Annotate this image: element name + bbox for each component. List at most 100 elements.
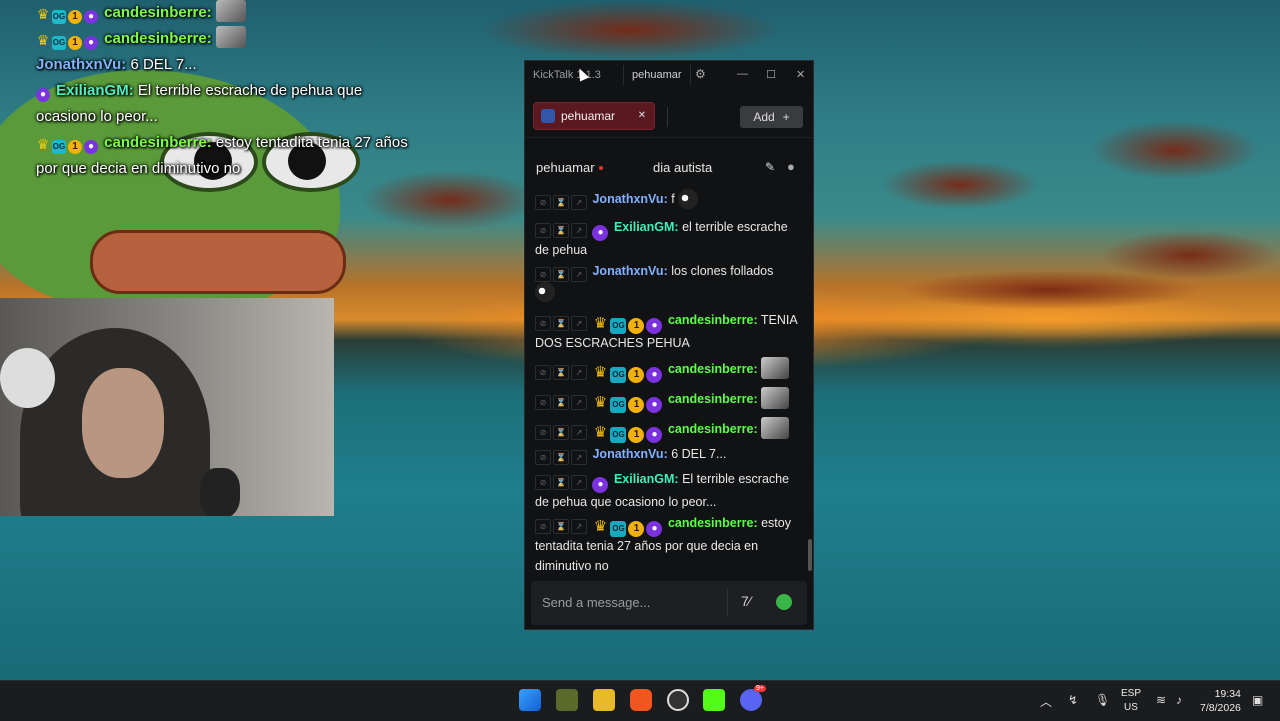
timeout-icon[interactable]: ⌛ xyxy=(553,425,569,440)
file-explorer-icon[interactable] xyxy=(593,689,615,711)
account-button[interactable]: pehuamar xyxy=(623,65,691,85)
delete-icon[interactable]: ↗ xyxy=(571,395,587,410)
chat-username[interactable]: ExilianGM xyxy=(614,472,674,486)
timeout-icon[interactable]: ⌛ xyxy=(553,395,569,410)
title-bar[interactable]: KickTalk 1.1.3 pehuamar ⚙ — ☐ ✕ xyxy=(525,61,813,89)
delete-icon[interactable]: ↗ xyxy=(571,475,587,490)
chat-messages: ⊘ ⌛ ↗ JonathxnVu: f ⊘ ⌛ ↗ ● ExilianGM: el te… xyxy=(525,185,813,575)
crown-badge-icon: ♛ xyxy=(36,136,50,152)
chat-username[interactable]: candesinberre xyxy=(668,362,753,376)
ban-icon[interactable]: ⊘ xyxy=(535,195,551,210)
delete-icon[interactable]: ↗ xyxy=(571,519,587,534)
ban-icon[interactable]: ⊘ xyxy=(535,267,551,282)
wifi-icon[interactable]: ≋ xyxy=(1156,693,1166,707)
channel-tab-pehuamar[interactable]: pehuamar ✕ xyxy=(533,102,655,130)
delete-icon[interactable]: ↗ xyxy=(571,425,587,440)
delete-icon[interactable]: ↗ xyxy=(571,316,587,331)
chat-message: ⊘ ⌛ ↗ ♛ OG 1 ● candesinberre: xyxy=(535,387,799,413)
chat-username[interactable]: JonathxnVu xyxy=(592,264,663,278)
delete-icon[interactable]: ↗ xyxy=(571,223,587,238)
chat-username[interactable]: candesinberre xyxy=(668,422,753,436)
windows-start-icon[interactable] xyxy=(519,689,541,711)
obs-icon[interactable] xyxy=(667,689,689,711)
ban-icon[interactable]: ⊘ xyxy=(535,519,551,534)
emote-icon xyxy=(535,282,555,302)
timeout-icon[interactable]: ⌛ xyxy=(553,450,569,465)
purple-badge-icon: ● xyxy=(84,36,98,50)
minimize-icon[interactable]: — xyxy=(737,68,748,80)
ban-icon[interactable]: ⊘ xyxy=(535,365,551,380)
kicktalk-window: KickTalk 1.1.3 pehuamar ⚙ — ☐ ✕ pehuamar… xyxy=(524,60,814,630)
cloud xyxy=(880,160,1040,210)
chat-colon: : xyxy=(753,313,758,327)
pepe-lips xyxy=(90,230,346,294)
chat-colon: : xyxy=(663,447,668,461)
delete-icon[interactable]: ↗ xyxy=(571,195,587,210)
chat-message: ⊘ ⌛ ↗ JonathxnVu: los clones follados xyxy=(535,262,799,303)
timeout-icon[interactable]: ⌛ xyxy=(553,195,569,210)
delete-icon[interactable]: ↗ xyxy=(571,267,587,282)
language-indicator[interactable]: ESP US xyxy=(1121,687,1141,715)
close-icon[interactable]: ✕ xyxy=(796,68,805,81)
chat-username[interactable]: ExilianGM xyxy=(614,220,674,234)
language-bottom: US xyxy=(1124,702,1138,713)
tray-chevron-up-icon[interactable]: ︿ xyxy=(1040,693,1052,710)
kick-emote-icon[interactable] xyxy=(776,594,792,610)
purple-badge-icon: ● xyxy=(646,427,663,443)
timeout-icon[interactable]: ⌛ xyxy=(553,365,569,380)
maximize-icon[interactable]: ☐ xyxy=(766,68,776,81)
ban-icon[interactable]: ⊘ xyxy=(535,316,551,331)
timeout-icon[interactable]: ⌛ xyxy=(553,267,569,282)
message-input-placeholder[interactable]: Send a message... xyxy=(542,595,650,610)
chat-username[interactable]: candesinberre xyxy=(668,392,753,406)
timeout-icon[interactable]: ⌛ xyxy=(553,223,569,238)
discord-icon[interactable] xyxy=(740,689,762,711)
ban-icon[interactable]: ⊘ xyxy=(535,475,551,490)
notifications-icon[interactable]: ▣ xyxy=(1252,693,1263,707)
emote-picker-icon[interactable]: 7⁄ xyxy=(741,593,751,609)
purple-badge-icon: ● xyxy=(646,397,663,413)
ban-icon[interactable]: ⊘ xyxy=(535,425,551,440)
add-channel-button[interactable]: Add + xyxy=(740,106,803,128)
og-badge-icon: OG xyxy=(52,10,66,24)
user-icon[interactable]: ● xyxy=(787,159,795,174)
tab-divider xyxy=(667,107,668,127)
cloud xyxy=(900,270,1200,310)
tray-app-icon[interactable]: ↯ xyxy=(1068,693,1078,707)
microphone-icon[interactable]: 🎙 xyxy=(1095,693,1110,707)
stream-title: dia autista xyxy=(653,160,713,175)
chat-scrollbar[interactable] xyxy=(808,539,812,571)
channel-tab-label: pehuamar xyxy=(561,109,616,123)
ban-icon[interactable]: ⊘ xyxy=(535,395,551,410)
system-clock[interactable]: 19:34 7/8/2026 xyxy=(1200,687,1241,715)
chat-username[interactable]: JonathxnVu xyxy=(592,192,663,206)
ban-icon[interactable]: ⊘ xyxy=(535,223,551,238)
language-top: ESP xyxy=(1121,688,1142,699)
chat-colon: : xyxy=(753,392,758,406)
timeout-icon[interactable]: ⌛ xyxy=(553,519,569,534)
brave-browser-icon[interactable] xyxy=(630,689,652,711)
settings-gear-icon[interactable]: ⚙ xyxy=(695,67,706,81)
timeout-icon[interactable]: ⌛ xyxy=(553,475,569,490)
volume-icon[interactable]: ♪ xyxy=(1176,693,1182,707)
timeout-icon[interactable]: ⌛ xyxy=(553,316,569,331)
chat-message: ⊘ ⌛ ↗ ● ExilianGM: el terrible escrache de… xyxy=(535,218,799,261)
pin-icon[interactable]: ✎ xyxy=(765,160,775,174)
delete-icon[interactable]: ↗ xyxy=(571,365,587,380)
message-input-box[interactable]: Send a message... 7⁄ xyxy=(531,581,807,625)
chat-username[interactable]: JonathxnVu xyxy=(592,447,663,461)
chat-message: ⊘ ⌛ ↗ JonathxnVu: f xyxy=(535,189,799,210)
chat-colon: : xyxy=(663,264,668,278)
crown-badge-icon: ♛ xyxy=(36,6,50,22)
overlay-chat-line: ♛ OG 1 ● candesinberre: xyxy=(36,0,416,26)
delete-icon[interactable]: ↗ xyxy=(571,450,587,465)
og-badge-icon: OG xyxy=(610,367,627,383)
close-tab-icon[interactable]: ✕ xyxy=(636,109,648,123)
overlay-username: candesinberre xyxy=(104,30,207,47)
ban-icon[interactable]: ⊘ xyxy=(535,450,551,465)
app-pepe-icon[interactable] xyxy=(556,689,578,711)
chat-username[interactable]: candesinberre xyxy=(668,313,753,327)
kicktalk-app-icon[interactable] xyxy=(703,689,725,711)
chat-username[interactable]: candesinberre xyxy=(668,516,753,530)
one-badge-icon: 1 xyxy=(628,397,645,413)
